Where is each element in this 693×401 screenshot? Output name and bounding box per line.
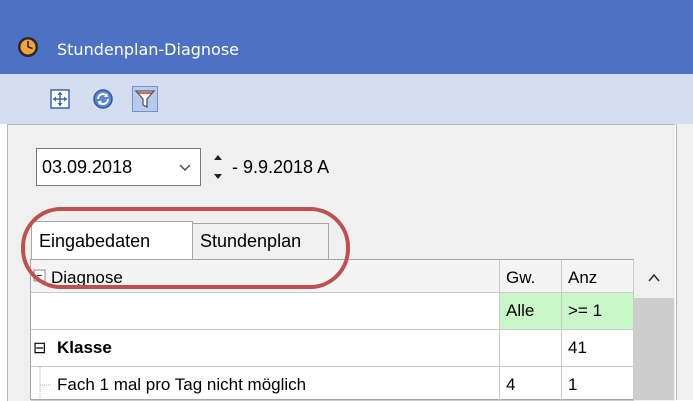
date-picker[interactable]: 03.09.2018	[36, 148, 201, 186]
anz-cell: 1	[562, 367, 634, 401]
filter-cell-anz[interactable]: >= 1	[562, 293, 634, 330]
collapse-all-icon[interactable]	[33, 269, 47, 283]
tab-stundenplan[interactable]: Stundenplan	[193, 223, 329, 259]
group-row[interactable]: ⊟ Klasse	[31, 330, 500, 367]
side-panel-edge	[676, 124, 693, 400]
collapse-icon[interactable]: ⊟	[33, 338, 46, 358]
refresh-icon	[93, 89, 113, 109]
tab-eingabedaten[interactable]: Eingabedaten	[31, 221, 193, 259]
scrollbar-thumb[interactable]	[634, 298, 674, 400]
title-bar: Stundenplan-Diagnose	[0, 0, 693, 74]
filter-button[interactable]	[132, 86, 158, 112]
filter-cell-gw[interactable]: Alle	[500, 293, 562, 330]
gw-cell: 4	[500, 367, 562, 401]
tab-label: Stundenplan	[200, 231, 302, 251]
anz-value: 1	[568, 375, 578, 394]
date-spinner[interactable]	[211, 150, 225, 184]
spin-up-icon[interactable]	[214, 155, 222, 160]
filter-cell-diagnose[interactable]	[31, 293, 500, 330]
table-row[interactable]: Fach 1 mal pro Tag nicht möglich	[31, 367, 500, 401]
refresh-button[interactable]	[90, 86, 116, 112]
gw-cell	[500, 330, 562, 367]
date-value: 03.09.2018	[42, 157, 133, 177]
column-header-gw[interactable]: Gw.	[500, 260, 562, 293]
clock-icon	[18, 37, 38, 57]
gw-value: 4	[506, 375, 516, 394]
window-title: Stundenplan-Diagnose	[57, 40, 240, 59]
move-grid-icon	[50, 89, 70, 109]
anz-cell: 41	[562, 330, 634, 367]
tab-label: Eingabedaten	[39, 231, 151, 251]
week-range-label: - 9.9.2018 A	[232, 157, 330, 177]
chevron-down-icon[interactable]	[177, 157, 193, 177]
filter-icon	[134, 90, 156, 109]
diagnosis-table: Diagnose Gw. Anz Alle >= 1 ⊟ Klasse 41 F…	[30, 259, 635, 401]
column-header-label: Anz	[568, 268, 598, 287]
vertical-scrollbar[interactable]	[634, 259, 674, 400]
column-header-diagnose[interactable]: Diagnose	[31, 260, 500, 293]
filter-value: Alle	[506, 301, 535, 320]
tree-line	[39, 367, 51, 400]
anz-value: 41	[568, 338, 587, 357]
filter-value: >= 1	[568, 301, 603, 320]
move-grid-button[interactable]	[47, 86, 73, 112]
spin-down-icon[interactable]	[214, 174, 222, 179]
group-label: Klasse	[57, 338, 112, 357]
column-header-anz[interactable]: Anz	[562, 260, 634, 293]
column-header-label: Gw.	[506, 268, 536, 287]
row-label: Fach 1 mal pro Tag nicht möglich	[57, 375, 307, 394]
chevron-up-icon[interactable]	[646, 271, 662, 285]
column-header-label: Diagnose	[51, 268, 123, 287]
